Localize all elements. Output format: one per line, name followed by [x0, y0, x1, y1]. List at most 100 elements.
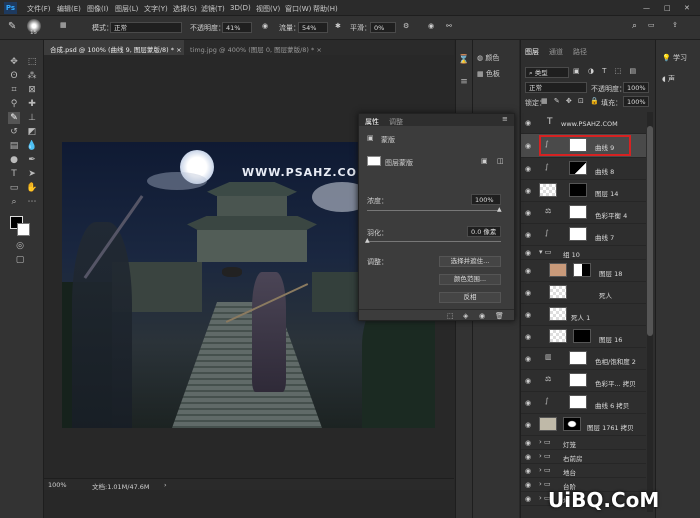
visibility-eye-icon[interactable]: ◉: [525, 231, 534, 240]
visibility-eye-icon[interactable]: ◉: [525, 289, 534, 298]
layer-group-row[interactable]: ◉ › ▭ 灯笼: [521, 436, 646, 450]
menu-type[interactable]: 文字(Y): [144, 4, 168, 14]
visibility-eye-icon[interactable]: ◉: [525, 377, 534, 386]
swatches-panel-button[interactable]: ▦ 色板: [477, 69, 500, 79]
brush-tool-icon[interactable]: ✎: [8, 21, 16, 32]
select-and-mask-button[interactable]: 选择并遮住...: [439, 256, 501, 267]
share-icon[interactable]: ⇪: [672, 21, 678, 29]
layer-row[interactable]: ◉ 图层 1761 拷贝: [521, 414, 646, 436]
workspace-icon[interactable]: ▭: [648, 21, 655, 29]
visibility-eye-icon[interactable]: ◉: [525, 355, 534, 364]
tab-timg[interactable]: timg.jpg @ 400% (图层 0, 图层蒙版/8) * ×: [184, 40, 322, 55]
layer-group-row[interactable]: ◉ ▾ ▭ 组 10: [521, 246, 646, 260]
layer-row[interactable]: ◉ Twww.PSAHZ.COM: [521, 112, 646, 134]
pen-tool-icon[interactable]: ✒: [26, 154, 38, 166]
healing-tool-icon[interactable]: ✚: [26, 98, 38, 110]
visibility-eye-icon[interactable]: ◉: [525, 209, 534, 218]
tab-layers[interactable]: 图层: [525, 47, 539, 57]
layer-row[interactable]: ◉ 死人 1: [521, 304, 646, 326]
layer-row[interactable]: ◉ 图层 16: [521, 326, 646, 348]
minimize-button[interactable]: —: [643, 4, 650, 12]
color-panel-button[interactable]: ◍ 颜色: [477, 53, 499, 63]
tab-properties[interactable]: 属性: [365, 117, 379, 127]
visibility-eye-icon[interactable]: ◉: [525, 495, 534, 504]
pixel-mask-button[interactable]: ▣: [481, 157, 488, 165]
menu-edit[interactable]: 编辑(E): [57, 4, 81, 14]
shape-tool-icon[interactable]: ▭: [8, 182, 20, 194]
visibility-eye-icon[interactable]: ◉: [525, 467, 534, 476]
eraser-tool-icon[interactable]: ◩: [26, 126, 38, 138]
close-tab-icon[interactable]: ×: [176, 46, 181, 54]
visibility-eye-icon[interactable]: ◉: [525, 187, 534, 196]
layer-filter-select[interactable]: ⌕ 类型: [525, 67, 569, 78]
mode-select[interactable]: 正常: [110, 22, 182, 33]
layer-row[interactable]: ◉ ∫ 曲线 7: [521, 224, 646, 246]
learn-panel-button[interactable]: 💡 学习: [662, 53, 687, 63]
layer-row[interactable]: ◉ 图层 18: [521, 260, 646, 282]
marquee-tool-icon[interactable]: ⬚: [26, 56, 38, 68]
visibility-eye-icon[interactable]: ◉: [525, 267, 534, 276]
menu-file[interactable]: 文件(F): [27, 4, 51, 14]
brush-settings-icon[interactable]: ▦: [60, 21, 67, 29]
visibility-eye-icon[interactable]: ◉: [525, 142, 534, 151]
tab-composite[interactable]: 合成.psd @ 100% (曲线 9, 图层蒙版/8) * ×: [44, 40, 184, 55]
panel-menu-icon[interactable]: ≡: [502, 115, 508, 123]
airbrush-icon[interactable]: ✱: [335, 22, 341, 30]
close-button[interactable]: ✕: [684, 4, 690, 12]
blur-tool-icon[interactable]: 💧: [26, 140, 38, 152]
layer-group-row[interactable]: ◉ › ▭ 地台: [521, 464, 646, 478]
quick-mask-icon[interactable]: ◎: [14, 240, 26, 252]
smoothing-settings-icon[interactable]: ⚙: [403, 22, 409, 30]
stamp-tool-icon[interactable]: ⊥: [26, 112, 38, 124]
path-select-tool-icon[interactable]: ➤: [26, 168, 38, 180]
menu-filter[interactable]: 滤镜(T): [201, 4, 225, 14]
layer-row[interactable]: ◉ ⚖ 色彩平... 拷贝: [521, 370, 646, 392]
quick-select-tool-icon[interactable]: ⁂: [26, 70, 38, 82]
zoom-tool-icon[interactable]: ⌕: [8, 196, 20, 208]
menu-select[interactable]: 选择(S): [173, 4, 197, 14]
crop-tool-icon[interactable]: ⌗: [8, 84, 20, 96]
screen-mode-icon[interactable]: ▢: [14, 254, 26, 266]
visibility-eye-icon[interactable]: ◉: [525, 421, 534, 430]
symmetry-icon[interactable]: ⚯: [446, 22, 452, 30]
layer-row[interactable]: ◉ ▥ 色相/饱和度 2: [521, 348, 646, 370]
layer-row[interactable]: ◉ ∫ 曲线 8: [521, 158, 646, 180]
pressure-opacity-icon[interactable]: ◉: [262, 22, 268, 30]
properties-icon[interactable]: ≡: [458, 76, 470, 88]
hand-tool-icon[interactable]: ✋: [26, 182, 38, 194]
more-tools-icon[interactable]: ⋯: [26, 196, 38, 208]
invert-button[interactable]: 反相: [439, 292, 501, 303]
layer-opacity-field[interactable]: 100%: [623, 82, 649, 93]
brush-tool-icon[interactable]: ✎: [8, 112, 20, 124]
menu-view[interactable]: 视图(V): [256, 4, 280, 14]
pressure-size-icon[interactable]: ◉: [428, 22, 434, 30]
history-brush-tool-icon[interactable]: ↺: [8, 126, 20, 138]
density-field[interactable]: 100%: [471, 194, 501, 205]
fill-field[interactable]: 100%: [623, 96, 649, 107]
type-tool-icon[interactable]: T: [8, 168, 20, 180]
load-selection-icon[interactable]: ⬚: [447, 312, 454, 320]
layer-row[interactable]: ◉ 图层 14: [521, 180, 646, 202]
eyedropper-tool-icon[interactable]: ⚲: [8, 98, 20, 110]
feather-slider-handle[interactable]: ▲: [365, 237, 370, 244]
tab-paths[interactable]: 路径: [573, 47, 587, 57]
history-icon[interactable]: ⌛: [458, 54, 470, 66]
layer-row[interactable]: ◉ ⚖ 色彩平衡 4: [521, 202, 646, 224]
apply-mask-icon[interactable]: ◈: [463, 312, 468, 320]
visibility-eye-icon[interactable]: ◉: [525, 333, 534, 342]
search-icon[interactable]: ⌕: [632, 21, 637, 31]
layer-row[interactable]: ◉ ∫ 曲线 6 拷贝: [521, 392, 646, 414]
density-slider[interactable]: [367, 210, 501, 211]
vector-mask-button[interactable]: ◫: [497, 157, 504, 165]
smoothing-field[interactable]: 0%: [370, 22, 396, 33]
flow-field[interactable]: 54%: [298, 22, 328, 33]
background-color-swatch[interactable]: [17, 223, 30, 236]
layer-group-row[interactable]: ◉ › ▭ 右前房: [521, 450, 646, 464]
menu-image[interactable]: 图像(I): [87, 4, 109, 14]
blend-mode-select[interactable]: 正常: [525, 82, 587, 93]
sound-panel-button[interactable]: ◖ 声: [662, 74, 675, 84]
move-tool-icon[interactable]: ✥: [8, 56, 20, 68]
menu-layer[interactable]: 图层(L): [115, 4, 138, 14]
feather-field[interactable]: 0.0 像素: [467, 226, 501, 237]
feather-slider[interactable]: [367, 241, 501, 242]
